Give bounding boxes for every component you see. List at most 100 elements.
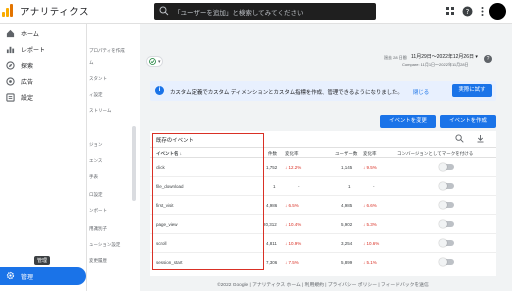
conversion-toggle[interactable] — [439, 201, 454, 209]
nav-item-label: ホーム — [21, 32, 39, 38]
date-compare-text: Compare: 11月1日〜2022年11月28日 — [402, 62, 469, 67]
banner-message: カスタム定義でカスタム ディメンションとカスタム指標を作成、管理できるようになり… — [170, 90, 403, 96]
nav-item-label: 広告 — [21, 80, 34, 86]
user-count: 3,254 — [341, 241, 353, 246]
user-count-change: ↓ 10.6% — [363, 241, 380, 246]
subnav-item[interactable]: ロ設定 — [89, 192, 103, 198]
column-header-change[interactable]: 変化率 — [285, 151, 299, 157]
nav-item-label: 管理 — [21, 275, 34, 281]
subnav-item[interactable]: ストリーム — [89, 108, 111, 114]
search-icon — [159, 6, 169, 16]
reports-icon — [6, 46, 15, 54]
conversion-toggle[interactable] — [439, 220, 454, 228]
advertising-icon — [6, 77, 15, 86]
event-count-change: ↓ 7.5% — [285, 260, 299, 265]
svg-text:?: ? — [466, 8, 470, 16]
event-count: 4,811 — [266, 241, 277, 246]
configure-icon — [6, 93, 15, 102]
nav-item-label: 設定 — [21, 96, 34, 102]
subnav-item[interactable]: スタント — [89, 76, 107, 82]
user-count-change: - — [373, 184, 375, 189]
nav-item-configure[interactable]: 設定 — [0, 90, 86, 106]
nav-item-label: レポート — [21, 48, 46, 54]
analytics-logo — [2, 4, 14, 17]
search-icon[interactable] — [455, 134, 464, 143]
column-header-conversion: コンバージョンとしてマークを付ける — [397, 151, 474, 156]
conversion-toggle[interactable] — [439, 258, 454, 266]
highlight-box — [152, 133, 264, 270]
more-vert-icon[interactable] — [477, 6, 488, 17]
event-count-change: ↓ 12.2% — [285, 165, 302, 170]
explore-icon — [6, 61, 15, 70]
user-count: 1,145 — [341, 165, 353, 170]
subnav-item[interactable]: エンス — [89, 158, 102, 164]
data-status-button[interactable]: ▾ — [146, 56, 163, 67]
column-header-count[interactable]: 件数 — [268, 151, 277, 157]
search-placeholder: 「ユーザーを追加」と検索してみてください — [174, 10, 304, 17]
admin-tooltip: 管理 — [34, 256, 51, 265]
user-count: 5,902 — [341, 222, 353, 227]
app-title: アナリティクス — [20, 7, 89, 18]
subnav-item[interactable]: 手表 — [89, 174, 98, 180]
conversion-toggle[interactable] — [439, 182, 454, 190]
user-count-change: ↓ 6.6% — [363, 203, 377, 208]
subnav-item[interactable]: ィ設定 — [89, 92, 103, 98]
event-count-change: ↓ 10.4% — [285, 222, 302, 227]
chevron-down-icon: ▾ — [158, 59, 161, 65]
user-count-change: ↓ 9.5% — [363, 165, 377, 170]
subnav-item[interactable]: 変更履歴 — [89, 258, 107, 264]
banner-try-button[interactable]: 実際に試す — [452, 84, 492, 97]
page-help-icon[interactable]: ? — [484, 55, 492, 63]
user-count-change: ↓ 5.1% — [363, 260, 377, 265]
check-circle-icon — [149, 58, 156, 65]
nav-item-reports[interactable]: レポート — [0, 42, 86, 58]
info-banner: i カスタム定義でカスタム ディメンションとカスタム指標を作成、管理できるように… — [150, 81, 496, 101]
event-count-change: ↓ 6.5% — [285, 203, 299, 208]
event-count: 4,986 — [266, 203, 278, 208]
apps-grid-icon[interactable] — [445, 6, 456, 17]
top-bar: アナリティクス 「ユーザーを追加」と検索してみてください ? — [0, 0, 512, 24]
help-icon[interactable]: ? — [462, 6, 473, 17]
gear-icon — [6, 271, 15, 280]
nav-item-home[interactable]: ホーム — [0, 26, 86, 42]
user-count-change: ↓ 5.3% — [363, 222, 377, 227]
nav-item-explore[interactable]: 探索 — [0, 58, 86, 74]
event-count: 7,306 — [266, 260, 278, 265]
user-count: 1 — [348, 184, 351, 189]
create-property-link[interactable]: プロパティを作成 — [89, 48, 125, 54]
subnav-item[interactable]: 用識別子 — [89, 226, 107, 232]
info-icon: i — [155, 86, 164, 95]
user-count: 5,899 — [341, 260, 353, 265]
subnav-scrollbar[interactable] — [132, 126, 136, 201]
subnav-item[interactable]: ム — [89, 60, 94, 66]
footer: ©2022 Google | アナリティクス ホーム | 利用規約 | プライバ… — [217, 283, 429, 288]
event-count-change: - — [298, 184, 300, 189]
nav-item-label: 探索 — [21, 64, 34, 70]
nav-item-advertising[interactable]: 広告 — [0, 74, 86, 90]
search-input[interactable]: 「ユーザーを追加」と検索してみてください — [154, 3, 376, 20]
main-content: ▾ 過去 28 日間 11月29日〜2022年12月26日 ▾ Compare:… — [140, 24, 512, 291]
create-event-button[interactable]: イベントを作成 — [440, 115, 496, 128]
date-range-label: 過去 28 日間 — [384, 55, 407, 60]
date-range-picker[interactable]: 11月29日〜2022年12月26日 ▾ — [411, 53, 478, 60]
conversion-toggle[interactable] — [439, 163, 454, 171]
event-count-change: ↓ 10.9% — [285, 241, 302, 246]
event-count: 1 — [273, 184, 276, 189]
banner-close-link[interactable]: 閉じる — [413, 88, 429, 96]
conversion-toggle[interactable] — [439, 239, 454, 247]
subnav-item[interactable]: ューション設定 — [89, 242, 120, 248]
account-avatar[interactable] — [489, 3, 506, 20]
download-icon[interactable] — [476, 134, 485, 143]
admin-subnav: プロパティを作成 ム スタント ィ設定 ストリーム ジョン エンス 手表 ロ設定… — [86, 24, 140, 291]
event-count: 20,312 — [263, 222, 277, 227]
subnav-item[interactable]: ジョン — [89, 142, 103, 148]
column-header-users[interactable]: ユーザー数 — [335, 151, 357, 157]
subnav-item[interactable]: ンポート — [89, 208, 107, 214]
event-count: 1,752 — [266, 165, 278, 170]
column-header-user-change[interactable]: 変化率 — [363, 151, 377, 157]
modify-event-button[interactable]: イベントを変更 — [380, 115, 436, 128]
user-count: 4,985 — [341, 203, 353, 208]
home-icon — [6, 29, 15, 38]
nav-item-admin[interactable]: 管理 — [0, 267, 86, 285]
left-nav: ホーム レポート 探索 広告 設定 管理 管理 — [0, 24, 86, 291]
